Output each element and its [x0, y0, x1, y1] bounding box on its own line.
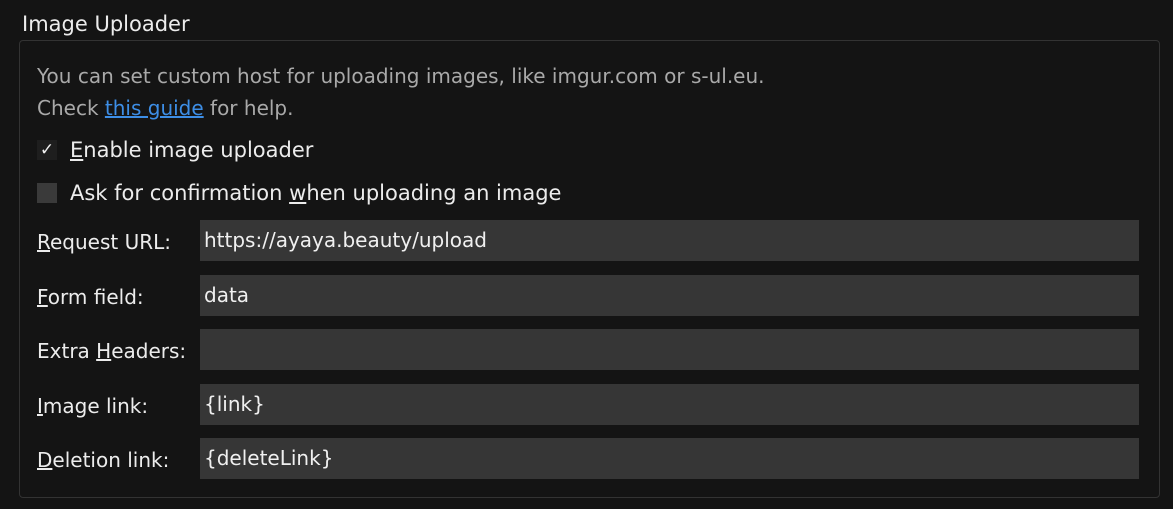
enable-image-uploader-checkbox[interactable]: ✓ Enable image uploader — [37, 137, 313, 163]
ask-confirmation-label[interactable]: Ask for confirmation when uploading an i… — [70, 181, 561, 205]
mnemonic-letter: D — [37, 448, 53, 472]
mnemonic-letter: R — [37, 230, 50, 254]
label-text-after: hen uploading an image — [306, 181, 562, 205]
description-line-1: You can set custom host for uploading im… — [37, 64, 765, 88]
label-text: orm field: — [47, 285, 144, 309]
label-text: nable image uploader — [83, 138, 314, 162]
request-url-label: Request URL: — [37, 229, 171, 255]
extra-headers-input[interactable] — [200, 329, 1139, 370]
image-link-label: Image link: — [37, 393, 148, 419]
checkbox-box[interactable]: ✓ — [37, 140, 57, 160]
checkbox-box[interactable] — [37, 183, 57, 203]
mnemonic-letter: w — [289, 181, 307, 205]
checkmark-icon: ✓ — [39, 140, 55, 160]
description-line-2: Check this guide for help. — [37, 95, 293, 121]
extra-headers-label: Extra Headers: — [37, 338, 186, 364]
ask-confirmation-checkbox[interactable]: Ask for confirmation when uploading an i… — [37, 180, 561, 206]
guide-link[interactable]: this guide — [105, 96, 204, 120]
mnemonic-letter: F — [37, 285, 48, 309]
mnemonic-letter: H — [96, 339, 112, 363]
label-text: equest URL: — [50, 230, 172, 254]
image-link-input[interactable] — [200, 384, 1139, 425]
enable-image-uploader-label[interactable]: Enable image uploader — [70, 138, 313, 162]
mnemonic-letter: E — [70, 138, 84, 162]
request-url-input[interactable] — [200, 220, 1139, 261]
form-field-input[interactable] — [200, 275, 1139, 316]
label-text: eletion link: — [52, 448, 170, 472]
label-text: eaders: — [111, 339, 187, 363]
deletion-link-label: Deletion link: — [37, 447, 169, 473]
label-text: mage link: — [42, 394, 149, 418]
description-suffix: for help. — [203, 96, 294, 120]
group-title: Image Uploader — [22, 12, 190, 36]
form-field-label: Form field: — [37, 284, 144, 310]
label-text-before: Extra — [37, 339, 97, 363]
description-prefix: Check — [37, 96, 105, 120]
label-text-before: Ask for confirmation — [70, 181, 290, 205]
deletion-link-input[interactable] — [200, 438, 1139, 479]
